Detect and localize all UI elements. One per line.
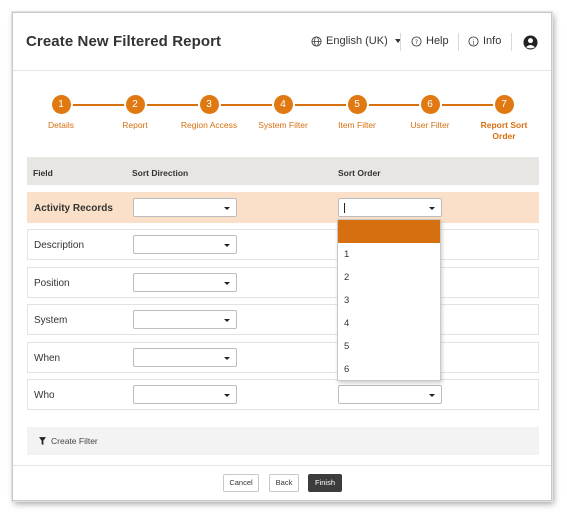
dropdown-option[interactable]: 3 bbox=[338, 289, 440, 312]
sort-direction-select[interactable] bbox=[133, 348, 237, 367]
header-divider bbox=[400, 33, 401, 51]
finish-button[interactable]: Finish bbox=[308, 474, 342, 492]
create-filter-bar: Create Filter bbox=[27, 427, 539, 455]
chevron-down-icon bbox=[224, 394, 230, 397]
row-field-label: Position bbox=[34, 278, 70, 289]
step-label: Item Filter bbox=[338, 120, 376, 130]
chevron-down-icon bbox=[224, 319, 230, 322]
row-field-label: Who bbox=[34, 390, 55, 401]
step-number: 4 bbox=[273, 95, 293, 114]
help-link[interactable]: ? Help bbox=[411, 35, 449, 47]
step-label: Details bbox=[48, 120, 74, 130]
create-filter-label: Create Filter bbox=[51, 436, 98, 446]
table-row-position: Position bbox=[27, 267, 539, 298]
step-4[interactable]: 4 System Filter bbox=[243, 95, 323, 131]
table-row-when: When bbox=[27, 342, 539, 373]
row-field-label: System bbox=[34, 315, 68, 326]
table-row-description: Description bbox=[27, 229, 539, 260]
step-number: 5 bbox=[347, 95, 367, 114]
step-5[interactable]: 5 Item Filter bbox=[317, 95, 397, 131]
step-label: Region Access bbox=[180, 120, 238, 130]
step-6[interactable]: 6 User Filter bbox=[390, 95, 470, 131]
chevron-down-icon bbox=[429, 207, 435, 210]
step-number: 7 bbox=[494, 95, 514, 114]
step-label: Report bbox=[122, 120, 148, 130]
filter-icon bbox=[39, 437, 46, 445]
help-icon: ? bbox=[411, 35, 422, 47]
sort-order-select[interactable] bbox=[338, 198, 442, 217]
step-1[interactable]: 1 Details bbox=[21, 95, 101, 131]
step-label: System Filter bbox=[258, 120, 308, 130]
create-filter-button[interactable]: Create Filter bbox=[39, 436, 98, 446]
footer-divider bbox=[13, 465, 551, 466]
dropdown-option[interactable]: 1 bbox=[338, 243, 440, 266]
cancel-button[interactable]: Cancel bbox=[223, 474, 259, 492]
step-number: 2 bbox=[125, 95, 145, 114]
column-header-sort-order: Sort Order bbox=[338, 168, 381, 178]
svg-text:?: ? bbox=[415, 37, 418, 45]
step-label: User Filter bbox=[410, 120, 450, 130]
chevron-down-icon bbox=[224, 207, 230, 210]
table-row-system: System bbox=[27, 304, 539, 335]
table-row-who: Who bbox=[27, 379, 539, 410]
info-icon: i bbox=[468, 35, 479, 47]
step-number: 1 bbox=[51, 95, 71, 114]
chevron-down-icon bbox=[429, 394, 435, 397]
sort-direction-select[interactable] bbox=[133, 198, 237, 217]
sort-direction-select[interactable] bbox=[133, 235, 237, 254]
sort-order-select[interactable] bbox=[338, 385, 442, 404]
step-2[interactable]: 2 Report bbox=[95, 95, 175, 131]
chevron-down-icon bbox=[224, 244, 230, 247]
language-selector[interactable]: English (UK) bbox=[311, 35, 401, 47]
back-button[interactable]: Back bbox=[269, 474, 299, 492]
help-label: Help bbox=[426, 35, 449, 47]
dropdown-option[interactable]: 2 bbox=[338, 266, 440, 289]
column-header-sort-direction: Sort Direction bbox=[132, 168, 189, 178]
step-label: Report Sort Order bbox=[480, 120, 528, 141]
language-label: English (UK) bbox=[326, 35, 388, 47]
dropdown-option-blank[interactable] bbox=[338, 220, 440, 243]
wizard-header: Create New Filtered Report English (UK) … bbox=[13, 13, 551, 71]
dropdown-option[interactable]: 4 bbox=[338, 312, 440, 335]
info-label: Info bbox=[483, 35, 502, 47]
table-header: Field Sort Direction Sort Order bbox=[27, 157, 539, 185]
dropdown-option[interactable]: 5 bbox=[338, 335, 440, 358]
page-title: Create New Filtered Report bbox=[26, 33, 222, 50]
sort-order-dropdown-list: 1 2 3 4 5 6 bbox=[337, 219, 441, 381]
header-divider bbox=[511, 33, 512, 51]
table-row-activity-records: Activity Records bbox=[27, 192, 539, 223]
globe-icon bbox=[311, 35, 322, 47]
step-3[interactable]: 3 Region Access bbox=[169, 95, 249, 131]
sort-direction-select[interactable] bbox=[133, 273, 237, 292]
dropdown-option[interactable]: 6 bbox=[338, 358, 440, 381]
report-wizard-window: Create New Filtered Report English (UK) … bbox=[12, 12, 552, 501]
info-link[interactable]: i Info bbox=[468, 35, 501, 47]
sort-direction-select[interactable] bbox=[133, 310, 237, 329]
step-number: 6 bbox=[420, 95, 440, 114]
chevron-down-icon bbox=[224, 357, 230, 360]
text-cursor bbox=[344, 203, 345, 213]
row-field-label: Description bbox=[34, 240, 85, 251]
sort-direction-select[interactable] bbox=[133, 385, 237, 404]
user-account-icon[interactable] bbox=[523, 35, 538, 50]
row-field-label: When bbox=[34, 353, 61, 364]
step-number: 3 bbox=[199, 95, 219, 114]
column-header-field: Field bbox=[33, 168, 53, 178]
row-field-label: Activity Records bbox=[34, 203, 113, 214]
header-divider bbox=[458, 33, 459, 51]
step-7[interactable]: 7 Report Sort Order bbox=[474, 95, 534, 142]
svg-text:i: i bbox=[472, 38, 474, 46]
chevron-down-icon bbox=[224, 282, 230, 285]
